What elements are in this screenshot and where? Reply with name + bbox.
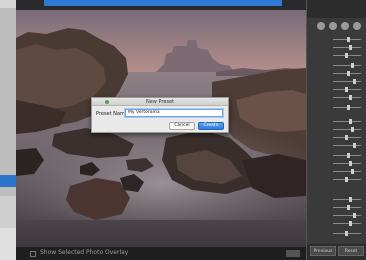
- cancel-button[interactable]: Cancel: [169, 122, 195, 130]
- slider-knob[interactable]: [345, 87, 348, 92]
- slider-knob[interactable]: [351, 127, 354, 132]
- slider-track: [333, 199, 361, 200]
- slider-row[interactable]: [309, 134, 365, 141]
- slider-row[interactable]: [309, 176, 365, 183]
- slider-row[interactable]: [309, 36, 365, 43]
- slider-knob[interactable]: [347, 105, 350, 110]
- slider-track: [333, 163, 361, 164]
- develop-panel-header: [307, 0, 366, 18]
- slider-track: [333, 47, 361, 48]
- create-button[interactable]: Create: [198, 122, 224, 130]
- left-panel-strip: [0, 0, 16, 8]
- slider-row[interactable]: [309, 220, 365, 227]
- top-highlight-bar: [44, 0, 282, 6]
- previous-button[interactable]: Previous: [310, 246, 336, 256]
- slider-row[interactable]: [309, 78, 365, 85]
- tool-icon[interactable]: [353, 22, 361, 30]
- slider-row[interactable]: [309, 160, 365, 167]
- slider-knob[interactable]: [345, 135, 348, 140]
- slider-knob[interactable]: [353, 79, 356, 84]
- develop-panel: Previous Reset: [306, 0, 366, 260]
- slider-knob[interactable]: [347, 205, 350, 210]
- reset-button[interactable]: Reset: [338, 246, 364, 256]
- slider-row[interactable]: [309, 62, 365, 69]
- left-panel-bottom: [0, 228, 16, 260]
- slider-track: [333, 81, 361, 82]
- slider-knob[interactable]: [351, 63, 354, 68]
- slider-knob[interactable]: [349, 161, 352, 166]
- slider-row[interactable]: [309, 70, 365, 77]
- slider-row[interactable]: [309, 86, 365, 93]
- dialog-titlebar: New Preset: [92, 98, 228, 106]
- slider-knob[interactable]: [353, 213, 356, 218]
- slider-knob[interactable]: [347, 71, 350, 76]
- slider-track: [333, 145, 361, 146]
- slider-row[interactable]: [309, 52, 365, 59]
- slider-knob[interactable]: [345, 177, 348, 182]
- tool-icon[interactable]: [317, 22, 325, 30]
- slider-track: [333, 97, 361, 98]
- slider-knob[interactable]: [345, 231, 348, 236]
- slider-knob[interactable]: [347, 153, 350, 158]
- slider-knob[interactable]: [349, 197, 352, 202]
- slider-knob[interactable]: [349, 221, 352, 226]
- slider-row[interactable]: [309, 126, 365, 133]
- slider-row[interactable]: [309, 152, 365, 159]
- slider-row[interactable]: [309, 212, 365, 219]
- left-panel: [0, 0, 16, 260]
- toolbar-button[interactable]: [286, 250, 300, 257]
- preset-name-input[interactable]: My Vertorama: [125, 109, 223, 117]
- left-panel-selected-item[interactable]: [0, 175, 16, 187]
- lightroom-window: Show Selected Photo Overlay Previous Res…: [0, 0, 366, 260]
- bottom-toolbar: Show Selected Photo Overlay: [16, 246, 306, 260]
- overlay-checkbox-label: Show Selected Photo Overlay: [40, 249, 129, 256]
- slider-track: [333, 65, 361, 66]
- slider-row[interactable]: [309, 168, 365, 175]
- slider-track: [333, 129, 361, 130]
- tool-icon[interactable]: [329, 22, 337, 30]
- slider-row[interactable]: [309, 44, 365, 51]
- slider-track: [333, 121, 361, 122]
- slider-row[interactable]: [309, 204, 365, 211]
- slider-knob[interactable]: [353, 143, 356, 148]
- slider-knob[interactable]: [349, 45, 352, 50]
- slider-knob[interactable]: [347, 37, 350, 42]
- slider-row[interactable]: [309, 230, 365, 237]
- top-bar: [16, 0, 306, 10]
- slider-knob[interactable]: [349, 95, 352, 100]
- slider-knob[interactable]: [351, 169, 354, 174]
- slider-row[interactable]: [309, 104, 365, 111]
- slider-row[interactable]: [309, 142, 365, 149]
- slider-row[interactable]: [309, 196, 365, 203]
- slider-track: [333, 171, 361, 172]
- slider-track: [333, 215, 361, 216]
- slider-knob[interactable]: [345, 53, 348, 58]
- tool-icon[interactable]: [341, 22, 349, 30]
- slider-row[interactable]: [309, 118, 365, 125]
- new-preset-dialog: New Preset Preset Name: My Vertorama Can…: [91, 97, 229, 133]
- dialog-title: New Preset: [145, 99, 175, 105]
- slider-track: [333, 223, 361, 224]
- slider-knob[interactable]: [349, 119, 352, 124]
- slider-row[interactable]: [309, 94, 365, 101]
- checkbox-icon[interactable]: [30, 251, 36, 257]
